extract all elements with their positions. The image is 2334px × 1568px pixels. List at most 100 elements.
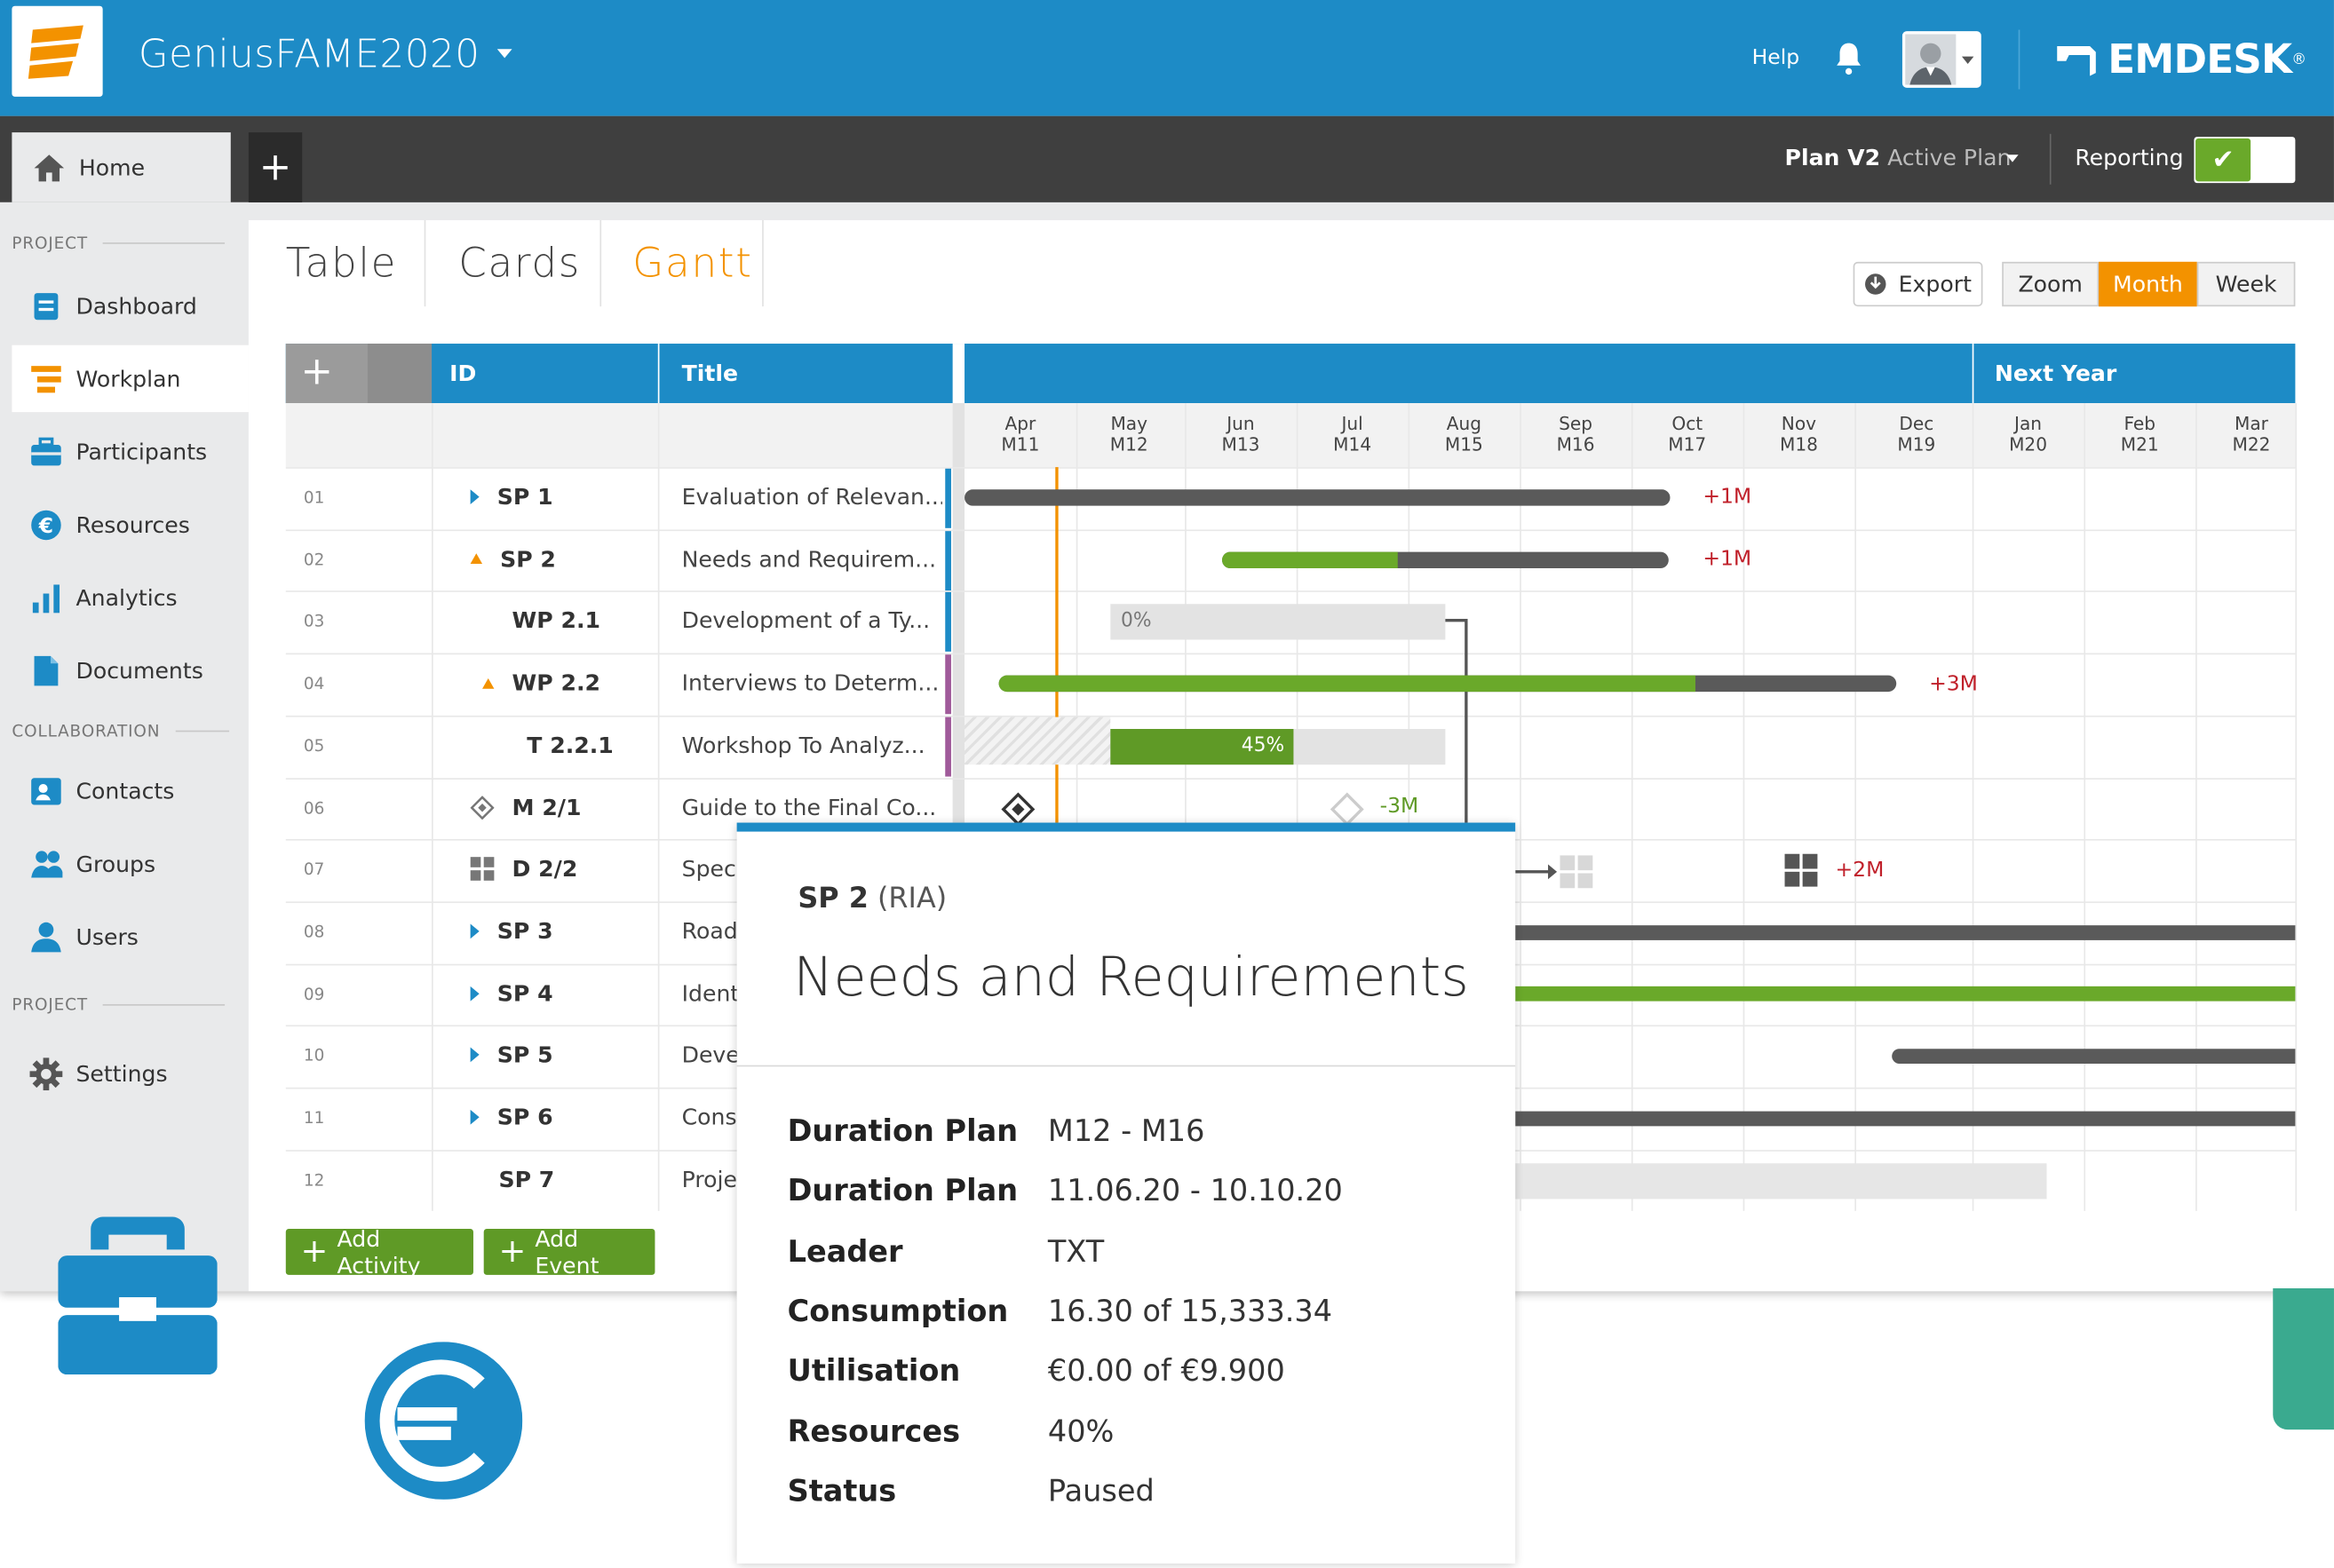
row-id[interactable]: SP 5 <box>470 1041 553 1069</box>
collapse-arrow-icon[interactable] <box>470 553 483 565</box>
bar-sp1[interactable] <box>965 489 1671 506</box>
row-id[interactable]: SP 3 <box>470 917 553 945</box>
expand-arrow-icon[interactable] <box>470 986 480 1001</box>
tab-gantt[interactable]: Gantt <box>632 220 752 306</box>
tab-cards[interactable]: Cards <box>458 220 581 306</box>
bar-wp21[interactable]: 0% <box>1110 604 1446 640</box>
collapse-arrow-icon[interactable] <box>482 677 495 689</box>
zoom-month-button[interactable]: Month <box>2099 261 2197 307</box>
row-id-label: T 2.2.1 <box>527 732 614 759</box>
sidebar-item-label: Participants <box>75 438 208 465</box>
add-tab-button[interactable]: + <box>248 132 303 202</box>
row-id[interactable]: SP 7 <box>498 1166 554 1192</box>
add-activity-button[interactable]: + Add Activity <box>285 1225 473 1279</box>
popup-field-value: M12 - M16 <box>1047 1113 1205 1149</box>
plan-selector[interactable]: Plan V2 Active Plan <box>1785 145 2012 171</box>
tab-separator <box>599 219 602 307</box>
header-scroll-cell <box>367 344 433 404</box>
add-row-cell[interactable]: + <box>285 344 433 404</box>
app-logo-icon[interactable] <box>12 5 103 97</box>
export-button[interactable]: Export <box>1853 261 1983 307</box>
sidebar-item-users[interactable]: Users <box>12 903 248 970</box>
row-id[interactable]: M 2/1 <box>470 794 582 820</box>
briefcase-icon <box>30 435 63 468</box>
expand-arrow-icon[interactable] <box>470 489 480 504</box>
month-label: Jan M20 <box>1973 414 2084 455</box>
zoom-label: Zoom <box>2002 261 2100 307</box>
user-avatar[interactable] <box>1901 31 1981 88</box>
row-id-label: SP 4 <box>496 979 553 1007</box>
popup-divider <box>736 1065 1516 1067</box>
expand-arrow-icon[interactable] <box>470 923 480 939</box>
row-id[interactable]: SP 4 <box>470 979 553 1007</box>
deliverable-icon[interactable] <box>1783 852 1819 888</box>
row-title[interactable]: Interviews to Determ... <box>682 669 942 696</box>
row-id[interactable]: D 2/2 <box>470 856 577 883</box>
tab-table[interactable]: Table <box>286 220 397 306</box>
milestone-diamond-icon[interactable] <box>1000 791 1036 827</box>
row-id[interactable]: SP 2 <box>470 545 556 573</box>
project-title[interactable]: GeniusFAME2020 <box>139 33 480 77</box>
popup-field-key: Consumption <box>787 1292 1009 1329</box>
sidebar-item-participants[interactable]: Participants <box>12 418 248 485</box>
row-title[interactable]: Development of a Ty... <box>682 607 942 634</box>
bar-wp22-progress <box>998 675 1695 693</box>
row-title[interactable]: Workshop To Analyz... <box>682 732 942 758</box>
brand-mark-icon <box>2057 45 2096 76</box>
bar-t221[interactable]: 45% <box>1110 728 1446 765</box>
popup-field-value: TXT <box>1047 1232 1105 1269</box>
contact-card-icon <box>30 774 63 807</box>
row-id[interactable]: T 2.2.1 <box>527 732 613 758</box>
plus-icon: + <box>300 349 334 395</box>
plan-caret-icon[interactable] <box>2006 154 2019 162</box>
sidebar-item-groups[interactable]: Groups <box>12 830 248 897</box>
row-title[interactable]: Needs and Requirem... <box>682 545 942 572</box>
row-title[interactable]: Evaluation of Relevan... <box>682 484 942 511</box>
column-title[interactable]: Title <box>682 344 738 403</box>
month-number: M19 <box>1897 434 1936 455</box>
project-caret-icon[interactable] <box>496 49 512 59</box>
expand-arrow-icon[interactable] <box>470 1048 480 1063</box>
bar-sp5[interactable] <box>1892 1049 2296 1064</box>
help-link[interactable]: Help <box>1752 46 1800 70</box>
bar-sp3[interactable] <box>1515 925 2296 940</box>
row-id[interactable]: WP 2.1 <box>512 607 600 634</box>
sidebar-item-documents[interactable]: Documents <box>12 637 248 703</box>
avatar-photo <box>1905 34 1957 85</box>
sidebar-item-label: Analytics <box>75 583 178 611</box>
row-id-label: SP 5 <box>496 1041 553 1069</box>
add-event-button[interactable]: + Add Event <box>483 1225 655 1279</box>
bar-sp6[interactable] <box>1515 1111 2296 1127</box>
row-id[interactable]: WP 2.2 <box>482 669 600 696</box>
home-tab[interactable]: Home <box>12 132 231 202</box>
zoom-week-button[interactable]: Week <box>2196 261 2296 307</box>
month-number: M14 <box>1333 434 1372 455</box>
sidebar-item-resources[interactable]: € Resources <box>12 491 248 558</box>
sidebar-item-analytics[interactable]: Analytics <box>12 564 248 630</box>
popup-title: Needs and Requirements <box>793 947 1469 1009</box>
row-id[interactable]: SP 1 <box>470 484 553 511</box>
sidebar-item-contacts[interactable]: Contacts <box>12 757 248 824</box>
row-id-label: SP 3 <box>496 917 553 945</box>
bar-wp22[interactable] <box>998 675 1897 693</box>
row-title[interactable]: Guide to the Final Co... <box>682 794 942 820</box>
column-id[interactable]: ID <box>449 344 476 403</box>
sidebar-item-settings[interactable]: Settings <box>12 1040 248 1106</box>
expand-arrow-icon[interactable] <box>470 1109 480 1125</box>
popup-code: SP 2 (RIA) <box>798 883 947 915</box>
sidebar-item-workplan[interactable]: Workplan <box>12 344 249 413</box>
section-project-2: PROJECT <box>12 995 226 1015</box>
bar-sp7[interactable] <box>1515 1163 2047 1200</box>
reporting-toggle[interactable]: ✔ <box>2194 137 2296 184</box>
month-name: Mar <box>2234 413 2268 435</box>
export-label: Export <box>1898 270 1972 298</box>
row-number: 01 <box>303 487 325 508</box>
euro-icon <box>364 1342 523 1500</box>
sidebar-item-dashboard[interactable]: Dashboard <box>12 273 248 339</box>
bar-sp4[interactable] <box>1515 986 2296 1002</box>
avatar-caret-icon[interactable] <box>1961 56 1974 65</box>
bar-sp2[interactable] <box>1221 551 1669 569</box>
bell-icon[interactable] <box>1830 40 1866 75</box>
row-id[interactable]: SP 6 <box>470 1104 553 1130</box>
row-number: 12 <box>303 1170 325 1190</box>
